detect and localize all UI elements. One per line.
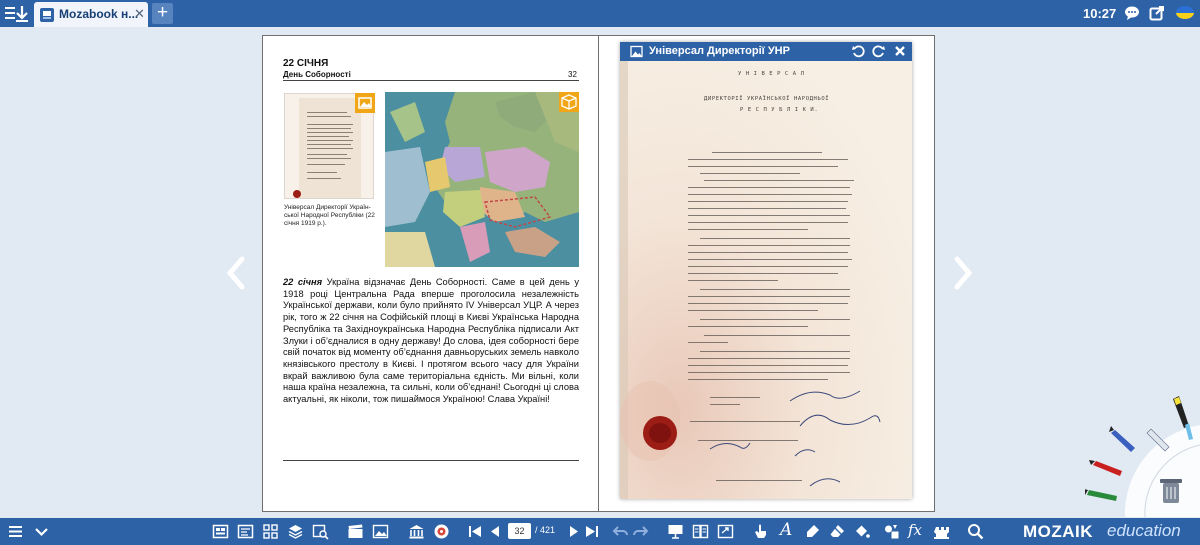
search-icon[interactable]: [967, 523, 984, 540]
ukraine-flag-icon[interactable]: [1176, 6, 1194, 19]
page-number-input[interactable]: 32: [508, 523, 531, 539]
fullscreen-icon[interactable]: [717, 523, 734, 540]
document-heading-2: ДИРЕКТОРІЇ УКРАЇНСЬКОЇ НАРОДНЬОЇ: [704, 96, 830, 102]
presentation-icon[interactable]: [667, 523, 684, 540]
europe-map-thumbnail[interactable]: [385, 92, 579, 267]
tools-chess-icon[interactable]: [934, 523, 951, 540]
previous-page-icon[interactable]: [487, 523, 504, 540]
image-viewer-popup: Універсал Директорії УНР У Н І В Е Р С А…: [620, 42, 912, 499]
download-menu-icon[interactable]: [4, 3, 30, 24]
previous-page-arrow-icon[interactable]: [225, 256, 247, 290]
bottom-toolbar: 32 / 421 A fx MOZAIK education: [0, 518, 1200, 545]
page-body-text: 22 січня Україна відзначає День Соборнос…: [283, 277, 579, 406]
page-subheading: День Соборності: [283, 70, 351, 79]
historical-document-image: У Н І В Е Р С А Л ДИРЕКТОРІЇ УКРАЇНСЬКОЇ…: [620, 61, 912, 499]
page-thumbnails-icon[interactable]: [212, 523, 229, 540]
book-icon: [40, 8, 54, 22]
drawing-tools-widget[interactable]: [1085, 395, 1200, 517]
footer-divider: [283, 460, 579, 461]
external-edit-icon[interactable]: [1149, 5, 1165, 21]
image-icon: [630, 45, 643, 58]
eraser-icon[interactable]: [829, 523, 846, 540]
redo-icon[interactable]: [632, 523, 649, 540]
media-clapper-icon[interactable]: [347, 523, 364, 540]
tab-close-button[interactable]: ✕: [134, 6, 145, 22]
grid-view-icon[interactable]: [262, 523, 279, 540]
top-bar: Mozabook н... ✕ + 10:27: [0, 0, 1200, 27]
next-page-arrow-icon[interactable]: [952, 256, 974, 290]
add-tab-button[interactable]: +: [152, 3, 173, 24]
extras-disc-icon[interactable]: [433, 523, 450, 540]
chat-icon[interactable]: [1124, 5, 1140, 21]
image-caption: Універсал Директорії Укра­їн­ської Народ…: [284, 204, 375, 227]
page-total: / 421: [535, 525, 556, 535]
undo-icon[interactable]: [612, 523, 629, 540]
highlighter-icon[interactable]: [804, 523, 821, 540]
body-paragraph: Україна відзначає День Соборності. Саме …: [283, 277, 579, 405]
popup-header[interactable]: Універсал Директорії УНР: [620, 42, 912, 61]
close-icon[interactable]: [893, 44, 907, 58]
body-lead: 22 січня: [283, 277, 323, 287]
fill-color-icon[interactable]: [853, 523, 870, 540]
library-icon[interactable]: [408, 523, 425, 540]
last-page-icon[interactable]: [583, 523, 600, 540]
notes-icon[interactable]: [237, 523, 254, 540]
rotate-right-icon[interactable]: [872, 44, 886, 58]
gallery-icon[interactable]: [372, 523, 389, 540]
chevron-down-icon[interactable]: [33, 523, 50, 540]
image-badge-icon[interactable]: [355, 93, 375, 113]
text-tool-icon[interactable]: A: [780, 521, 797, 539]
formula-icon[interactable]: fx: [908, 521, 925, 539]
mozaik-logo-education: education: [1107, 521, 1181, 540]
mozaik-logo: MOZAIK: [1023, 522, 1094, 541]
book-gutter: [598, 36, 599, 511]
layers-icon[interactable]: [287, 523, 304, 540]
first-page-icon[interactable]: [467, 523, 484, 540]
two-page-view-icon[interactable]: [692, 523, 709, 540]
3d-model-badge-icon[interactable]: [559, 92, 579, 112]
tab-title: Mozabook н...: [59, 7, 139, 21]
trash-icon: [1160, 479, 1182, 503]
page-number: 32: [568, 70, 577, 79]
next-page-icon[interactable]: [565, 523, 582, 540]
rotate-left-icon[interactable]: [851, 44, 865, 58]
page-date-heading: 22 СІЧНЯ: [283, 58, 329, 69]
header-divider: [283, 80, 579, 81]
search-page-icon[interactable]: [312, 523, 329, 540]
document-heading-1: У Н І В Е Р С А Л: [738, 71, 805, 77]
pointer-hand-icon[interactable]: [752, 523, 769, 540]
clock: 10:27: [1083, 6, 1117, 21]
hamburger-menu-icon[interactable]: [7, 523, 24, 540]
document-heading-3: Р Е С П У Б Л І К И.: [740, 107, 819, 113]
shapes-icon[interactable]: [883, 523, 900, 540]
popup-title: Універсал Директорії УНР: [649, 45, 790, 57]
book-tab[interactable]: Mozabook н... ✕: [34, 2, 148, 27]
